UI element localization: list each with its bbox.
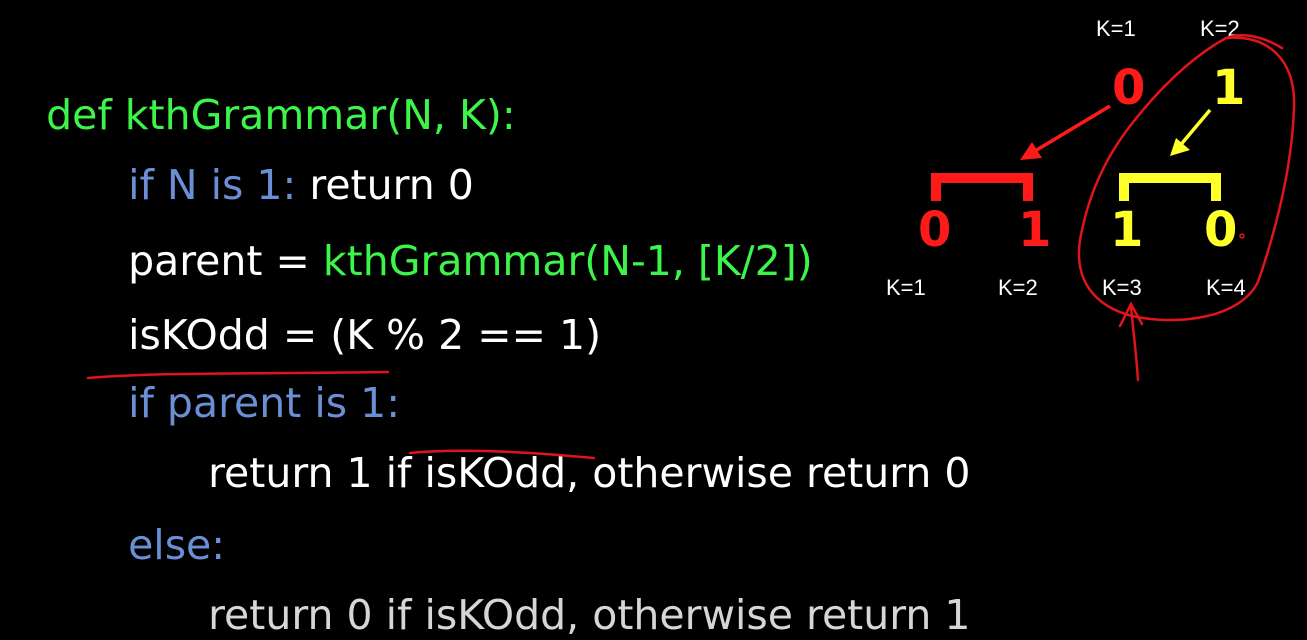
child-value-4: 0 [1204, 202, 1238, 258]
odd-return-line: return 1 if isKOdd, otherwise return 0 [182, 398, 971, 498]
child-value-1: 0 [918, 202, 952, 258]
bottom-label-k2: K=2 [998, 275, 1038, 300]
bottom-label-k3: K=3 [1102, 275, 1142, 300]
bottom-label-k1: K=1 [886, 275, 926, 300]
child-value-2: 1 [1018, 202, 1052, 258]
bottom-label-k4: K=4 [1206, 275, 1246, 300]
odd-return-iskodd: isKOdd [424, 449, 567, 497]
top-label-k2: K=2 [1200, 16, 1240, 41]
else-return-line: return 0 if isKOdd, otherwise return 1 [182, 540, 970, 640]
child-value-3: 1 [1110, 202, 1144, 258]
odd-return-c: , otherwise return 0 [566, 449, 971, 497]
top-label-k1: K=1 [1096, 16, 1136, 41]
parent-value-1: 1 [1212, 60, 1246, 116]
k3-pointer-arrow [1118, 301, 1144, 382]
else-return: return 0 if isKOdd, otherwise return 1 [208, 591, 971, 639]
yellow-bracket [1119, 173, 1221, 201]
parent-value-0: 0 [1112, 60, 1146, 116]
red-bracket [931, 173, 1033, 201]
odd-return-a: return 1 if [208, 449, 425, 497]
stray-dot [1239, 233, 1245, 239]
red-arrow [1020, 104, 1111, 160]
yellow-arrow [1170, 108, 1212, 156]
